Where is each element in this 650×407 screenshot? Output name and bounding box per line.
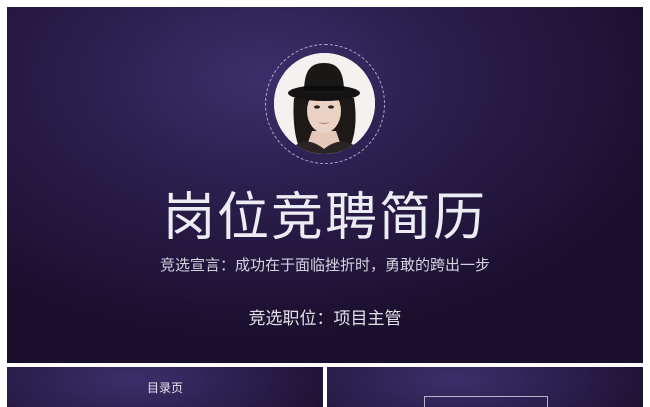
avatar	[274, 53, 375, 154]
slide-thumbnail-next[interactable]	[327, 367, 643, 407]
main-slide[interactable]: 岗位竞聘简历 竞选宣言：成功在于面临挫折时，勇敢的跨出一步 竞选职位：项目主管	[7, 7, 643, 363]
thumbnail-title: 目录页	[146, 381, 183, 395]
thumbnail-frame	[424, 396, 548, 407]
portrait-image	[274, 53, 375, 154]
avatar-frame	[265, 44, 385, 164]
campaign-position: 竞选职位：项目主管	[248, 309, 402, 329]
slide-thumbnail-toc[interactable]: 目录页	[7, 367, 323, 407]
campaign-motto: 竞选宣言：成功在于面临挫折时，勇敢的跨出一步	[159, 256, 490, 274]
resume-title: 岗位竞聘简历	[162, 188, 487, 248]
